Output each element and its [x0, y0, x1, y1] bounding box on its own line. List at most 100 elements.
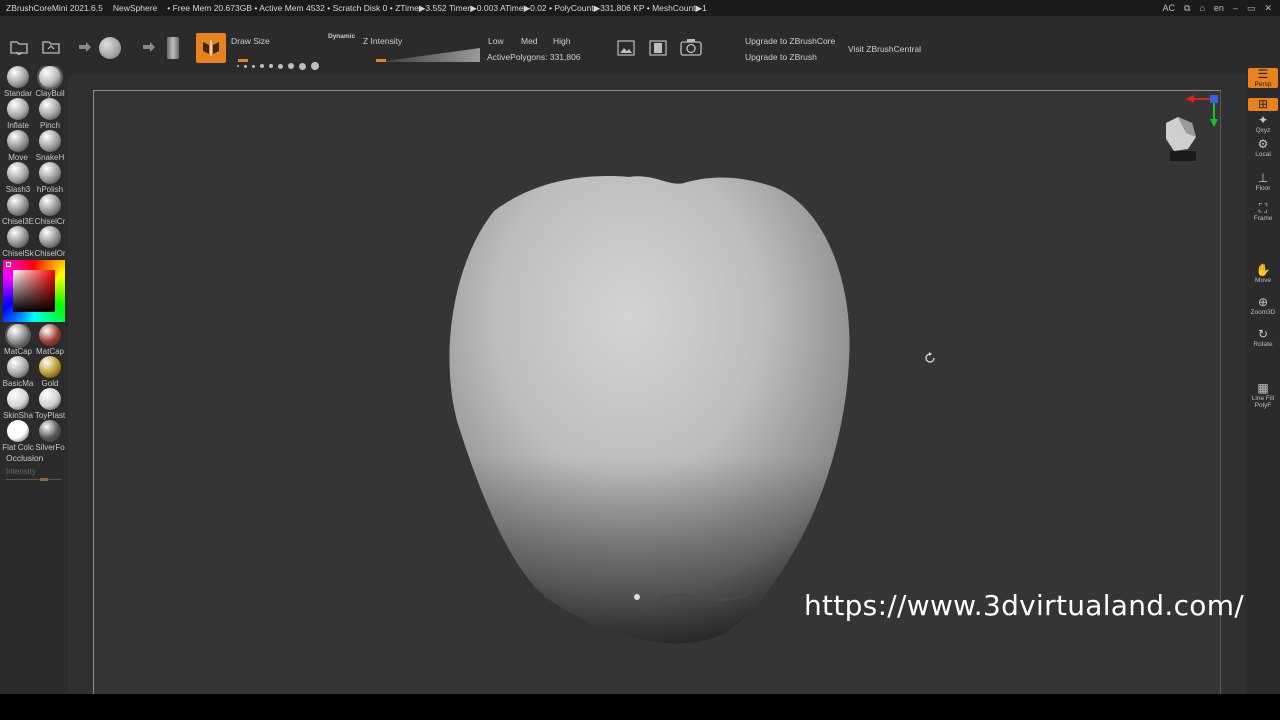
material-preview-icon [7, 356, 29, 378]
brush-label: Move [8, 153, 28, 162]
save-folder-icon[interactable] [40, 36, 62, 58]
right-button-4[interactable]: ⊥ Floor [1248, 172, 1278, 192]
right-button-5[interactable]: ⛶ Frame [1248, 202, 1278, 222]
brush-8[interactable]: Chisel3E [2, 194, 34, 226]
viewport-area: https://www.3dvirtualand.com/ [68, 74, 1246, 694]
material-label: SkinSha [3, 411, 33, 420]
right-button-6[interactable]: ✋ Move [1248, 264, 1278, 284]
brush-1[interactable]: ClayBuil [34, 66, 66, 98]
arrow-right-icon[interactable] [76, 38, 94, 56]
right-button-9[interactable]: ▦ Line Fill PolyF [1248, 382, 1278, 409]
brush-label: Inflate [7, 121, 29, 130]
maximize-icon[interactable]: ▭ [1247, 3, 1256, 14]
brush-preview-icon [39, 130, 61, 152]
brush-label: Standar [3, 89, 33, 98]
brush-4[interactable]: Move [2, 130, 34, 162]
material-label: MatCap [3, 347, 32, 356]
brush-5[interactable]: SnakeH [34, 130, 66, 162]
material-preview-icon [39, 388, 61, 410]
intensity-slider[interactable] [6, 479, 61, 480]
brush-preview-icon [39, 226, 61, 248]
open-folder-icon[interactable] [8, 36, 30, 58]
z-intensity-label: Z Intensity [363, 36, 403, 46]
minimize-icon[interactable]: – [1233, 3, 1238, 13]
low-button[interactable]: Low [488, 36, 504, 46]
material-2[interactable]: BasicMa [2, 356, 34, 388]
watermark-url: https://www.3dvirtualand.com/ [804, 589, 1245, 622]
upgrade-core-link[interactable]: Upgrade to ZBrushCore [745, 36, 835, 46]
material-preview-icon [7, 388, 29, 410]
occlusion-label[interactable]: Occlusion [6, 453, 43, 463]
brush-2[interactable]: Inflate [2, 98, 34, 130]
right-shelf: ☰ Persp ⊞ ✦ Qxyz ⚙ Local ⊥ Floor ⛶ Frame ✋ Move ⊕ Zoom… [1246, 68, 1280, 694]
high-button[interactable]: High [553, 36, 570, 46]
material-6[interactable]: Flat Colc [2, 420, 34, 452]
brush-10[interactable]: ChiselSk [2, 226, 34, 258]
draw-size-dots[interactable] [237, 62, 319, 70]
document-canvas[interactable]: https://www.3dvirtualand.com/ [93, 90, 1244, 694]
move-hand-icon: ✋ [1255, 263, 1271, 277]
brush-9[interactable]: ChiselCr [34, 194, 66, 226]
lang-label[interactable]: en [1214, 3, 1224, 13]
material-preview-icon [39, 324, 61, 346]
window-controls: AC ⧉ ⌂ en – ▭ ✕ [1163, 0, 1272, 16]
title-bar: ZBrushCoreMini 2021.6.5 NewSphere • Free… [0, 0, 1280, 16]
zoom-icon: ⊕ [1257, 295, 1269, 309]
material-4[interactable]: SkinSha [2, 388, 34, 420]
left-shelf: Occlusion Intensity Standar ClayBuil Infla… [0, 60, 68, 694]
material-3[interactable]: Gold [34, 356, 66, 388]
color-picker[interactable] [3, 260, 65, 322]
brush-0[interactable]: Standar [2, 66, 34, 98]
brush-label: ClayBuil [35, 89, 65, 98]
dynamic-label[interactable]: Dynamic [328, 33, 355, 40]
orientation-gizmo[interactable] [1150, 91, 1220, 171]
app-title: ZBrushCoreMini 2021.6.5 [6, 3, 103, 13]
right-button-8[interactable]: ↻ Rotate [1248, 328, 1278, 348]
intensity-knob[interactable] [40, 478, 48, 481]
material-0[interactable]: MatCap [2, 324, 34, 356]
cylinder-tool-icon[interactable] [165, 36, 181, 60]
right-button-2[interactable]: ✦ Qxyz [1248, 114, 1278, 134]
z-intensity-slider[interactable] [378, 48, 480, 62]
color-square[interactable] [13, 270, 55, 312]
lock-icon[interactable]: ⌂ [1199, 3, 1204, 13]
visit-central-link[interactable]: Visit ZBrushCentral [848, 44, 921, 54]
material-7[interactable]: SilverFo [34, 420, 66, 452]
persp-icon: ☰ [1257, 67, 1269, 81]
brush-preview-icon [7, 194, 29, 216]
arrow-right-icon-2[interactable] [140, 38, 158, 56]
right-button-7[interactable]: ⊕ Zoom3D [1248, 296, 1278, 316]
material-label: ToyPlast [34, 411, 66, 420]
right-button-1[interactable]: ⊞ [1248, 98, 1278, 111]
right-button-label: Rotate [1253, 341, 1273, 348]
brush-7[interactable]: hPolish [34, 162, 66, 194]
brush-label: Pinch [39, 121, 60, 130]
material-label: Gold [41, 379, 59, 388]
upgrade-zbrush-link[interactable]: Upgrade to ZBrush [745, 52, 817, 62]
brush-preview-icon [7, 130, 29, 152]
document-name: NewSphere [112, 3, 158, 13]
right-button-3[interactable]: ⚙ Local [1248, 138, 1278, 158]
z-intensity-knob[interactable] [376, 59, 386, 62]
right-button-label: Persp [1254, 81, 1272, 88]
brush-6[interactable]: Slash3 [2, 162, 34, 194]
material-1[interactable]: MatCap [34, 324, 66, 356]
edit-mode-button[interactable] [196, 33, 226, 63]
draw-size-knob[interactable] [238, 59, 248, 62]
sphere-tool-icon[interactable] [98, 36, 122, 60]
close-icon[interactable]: ✕ [1264, 3, 1272, 14]
brush-label: SnakeH [35, 153, 65, 162]
med-button[interactable]: Med [521, 36, 538, 46]
material-5[interactable]: ToyPlast [34, 388, 66, 420]
camera-icon[interactable] [679, 36, 703, 58]
brush-label: ChiselOr [34, 249, 66, 258]
document-icon[interactable] [648, 38, 668, 58]
material-label: MatCap [35, 347, 64, 356]
image-icon[interactable] [616, 38, 636, 58]
right-button-label: Move [1255, 277, 1271, 284]
brush-3[interactable]: Pinch [34, 98, 66, 130]
brush-11[interactable]: ChiselOr [34, 226, 66, 258]
right-button-0[interactable]: ☰ Persp [1248, 68, 1278, 88]
right-button-label: Local [1255, 151, 1271, 158]
layout-icon[interactable]: ⧉ [1184, 3, 1190, 14]
